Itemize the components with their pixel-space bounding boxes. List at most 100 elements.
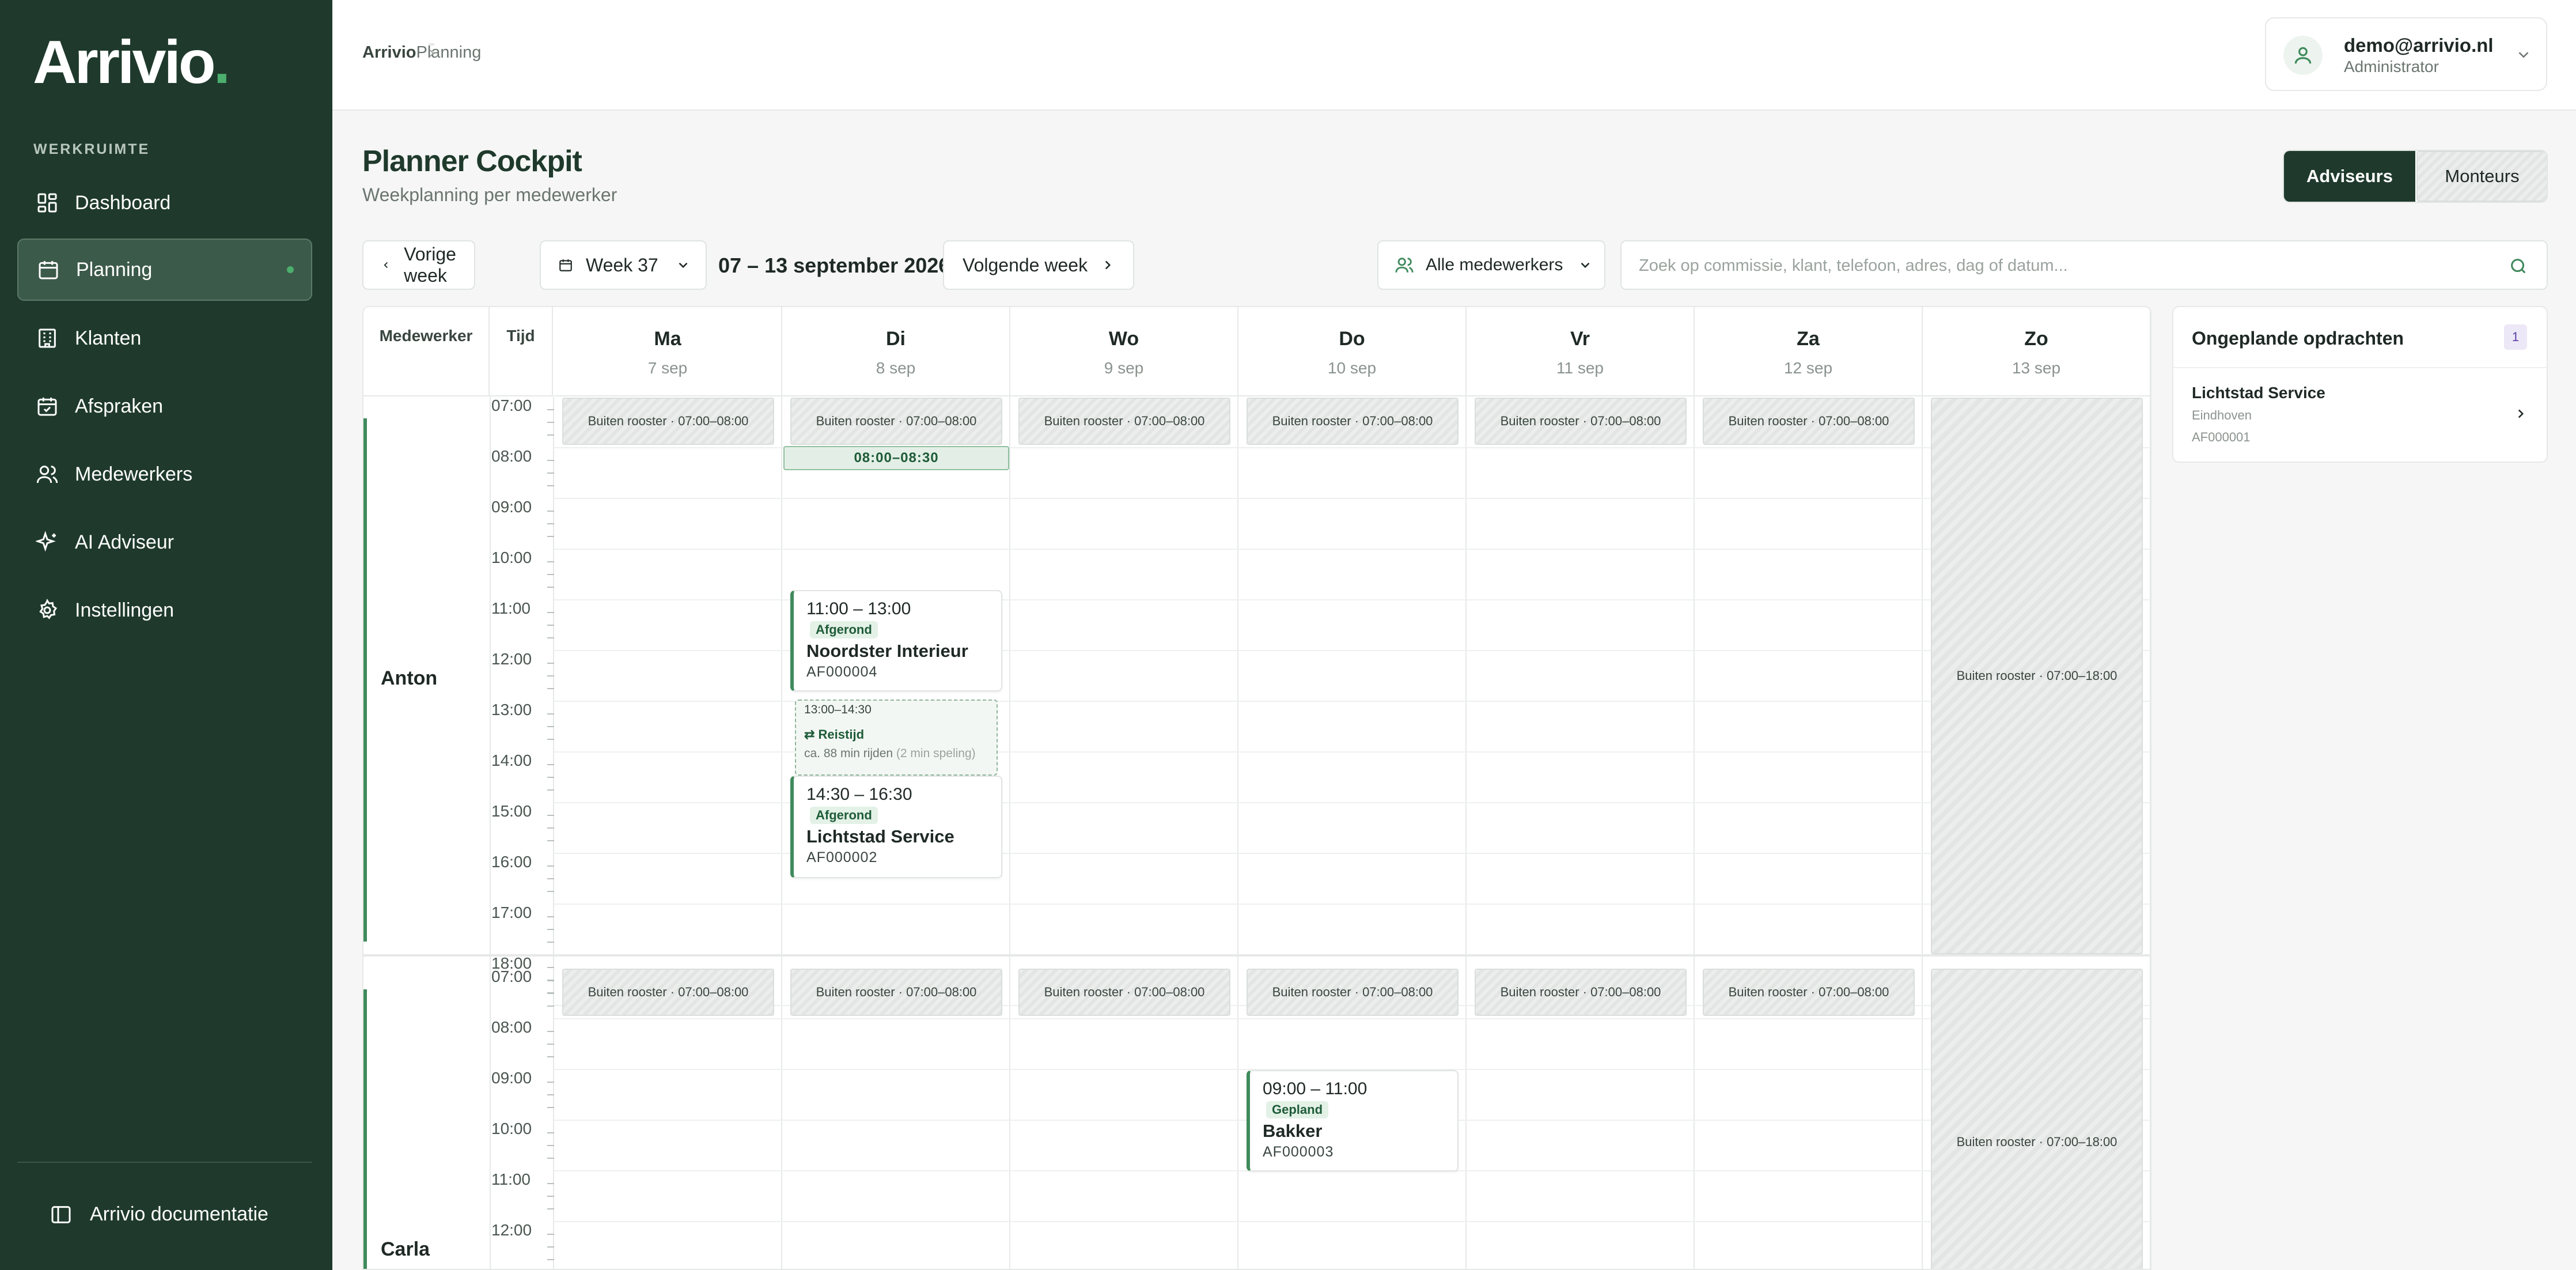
- tick: [547, 625, 554, 626]
- column-header-day: Do 10 sep: [1238, 307, 1467, 396]
- breadcrumb: Arrivio › Planning: [362, 43, 481, 62]
- tick: [547, 1183, 554, 1184]
- toggle-adviseurs[interactable]: Adviseurs: [2284, 151, 2415, 202]
- employee-filter-label: Alle medewerkers: [1426, 255, 1563, 274]
- tick: [547, 1145, 554, 1146]
- tick: [547, 967, 554, 968]
- hour-label: 15:00: [491, 802, 532, 820]
- off-schedule-block: Buiten rooster · 07:00–08:00: [1703, 398, 1915, 445]
- tick: [547, 789, 554, 791]
- sidebar-item-label: AI Adviseur: [75, 531, 174, 553]
- week-select[interactable]: Week 37: [540, 240, 707, 290]
- hour-line: [554, 549, 2150, 550]
- user-menu[interactable]: demo@arrivio.nl Administrator: [2265, 17, 2547, 91]
- topbar: Arrivio › Planning demo@arrivio.nl Adminis…: [332, 0, 2576, 111]
- off-schedule-block: Buiten rooster · 07:00–08:00: [1475, 398, 1687, 445]
- logo[interactable]: Arrivio.: [33, 32, 230, 93]
- appointment-customer: Noordster Interieur: [806, 641, 968, 661]
- section-heading: WERKRUIMTE: [33, 141, 150, 157]
- sidebar-item-label: Medewerkers: [75, 463, 193, 485]
- hour-label: 12:00: [491, 1221, 532, 1239]
- appointment-card[interactable]: 11:00 – 13:00 Afgerond Noordster Interieur…: [790, 590, 1002, 691]
- role-toggle: Adviseurs Monteurs: [2283, 150, 2548, 203]
- calendar-icon: [559, 259, 572, 271]
- search-input[interactable]: [1639, 253, 2474, 278]
- availability-slot: 08:00–08:30: [783, 446, 1009, 470]
- unplanned-title: Ongeplande opdrachten: [2192, 328, 2404, 349]
- travel-label-row: ⇄ Reistijd: [804, 727, 864, 742]
- column-divider: [1009, 396, 1010, 1269]
- column-divider: [553, 396, 554, 1269]
- hour-label: 12:00: [491, 650, 532, 668]
- tick: [547, 739, 554, 740]
- tick: [547, 764, 554, 765]
- appointment-card[interactable]: 09:00 – 11:00 Gepland Bakker AF000003: [1247, 1070, 1459, 1171]
- dashboard-icon: [37, 193, 57, 213]
- tick: [547, 929, 554, 930]
- sidebar-item-klanten[interactable]: Klanten: [17, 307, 312, 369]
- hour-label: 09:00: [491, 1069, 532, 1087]
- tick: [547, 561, 554, 562]
- off-schedule-block: Buiten rooster · 07:00–08:00: [790, 398, 1002, 445]
- employee-name: Carla: [381, 1238, 430, 1260]
- hour-label: 10:00: [491, 1120, 532, 1137]
- day-date: 8 sep: [876, 359, 916, 377]
- docs-link[interactable]: Arrivio documentatie: [17, 1186, 312, 1243]
- day-date: 9 sep: [1104, 359, 1144, 377]
- tick: [547, 980, 554, 981]
- tick: [547, 878, 554, 879]
- column-header-time: Tijd: [490, 307, 553, 396]
- next-week-button[interactable]: Volgende week: [943, 240, 1134, 290]
- travel-time: 13:00–14:30: [804, 703, 872, 716]
- day-name: Wo: [1108, 328, 1139, 350]
- tick: [547, 485, 554, 486]
- column-divider: [2150, 396, 2151, 1270]
- sidebar-item-medewerkers[interactable]: Medewerkers: [17, 443, 312, 505]
- sidebar: Arrivio. WERKRUIMTE Dashboard Planning K…: [0, 0, 332, 1270]
- off-schedule-block: Buiten rooster · 07:00–08:00: [562, 969, 774, 1016]
- search-icon[interactable]: [2509, 256, 2528, 276]
- sidebar-item-afspraken[interactable]: Afspraken: [17, 375, 312, 437]
- tick: [547, 916, 554, 917]
- column-header-label: Medewerker: [379, 327, 473, 345]
- chevron-right-icon: [1105, 260, 1111, 270]
- appointment-time: 11:00 – 13:00: [806, 599, 911, 618]
- hour-label: 14:00: [491, 751, 532, 769]
- prev-week-label: Vorige week: [404, 244, 456, 286]
- unplanned-customer: Lichtstad Service: [2192, 384, 2325, 402]
- breadcrumb-item[interactable]: Arrivio: [362, 43, 416, 62]
- appointment-customer: Bakker: [1263, 1121, 1323, 1141]
- appointment-time: 09:00 – 11:00: [1263, 1079, 1367, 1098]
- tick: [547, 865, 554, 867]
- prev-week-button[interactable]: Vorige week: [362, 240, 475, 290]
- unplanned-city: Eindhoven: [2192, 408, 2252, 422]
- hour-label: 10:00: [491, 549, 532, 566]
- hour-label: 08:00: [491, 447, 532, 465]
- employee-filter[interactable]: Alle medewerkers: [1377, 240, 1605, 290]
- gear-icon: [39, 599, 58, 619]
- sidebar-item-label: Planning: [76, 258, 153, 281]
- toggle-monteurs[interactable]: Monteurs: [2416, 151, 2547, 202]
- sidebar-item-ai-adviseur[interactable]: AI Adviseur: [17, 511, 312, 573]
- tick: [547, 473, 554, 474]
- hour-label: 11:00: [491, 1170, 531, 1188]
- column-header-day: Ma 7 sep: [554, 307, 782, 396]
- hour-label: 08:00: [491, 1018, 532, 1036]
- avatar: [2283, 36, 2323, 75]
- off-schedule-block: Buiten rooster · 07:00–08:00: [1475, 969, 1687, 1016]
- travel-label: Reistijd: [818, 727, 865, 742]
- sparkles-icon: [36, 531, 56, 552]
- column-header-employee: Medewerker: [363, 307, 490, 396]
- day-name: Za: [1797, 328, 1820, 350]
- appointment-card[interactable]: 14:30 – 16:30 Afgerond Lichtstad Service AF…: [790, 776, 1002, 878]
- tick: [547, 840, 554, 841]
- day-date: 11 sep: [1556, 359, 1604, 377]
- travel-duration: ca. 88 min rijden: [804, 747, 893, 760]
- sidebar-item-dashboard[interactable]: Dashboard: [17, 172, 312, 234]
- hour-label: 11:00: [491, 599, 531, 617]
- sidebar-item-instellingen[interactable]: Instellingen: [17, 579, 312, 641]
- week-label: Week 37: [586, 254, 658, 275]
- appointment-code: AF000003: [1263, 1144, 1334, 1160]
- sidebar-item-planning[interactable]: Planning: [17, 239, 312, 301]
- hour-label: 16:00: [491, 853, 532, 871]
